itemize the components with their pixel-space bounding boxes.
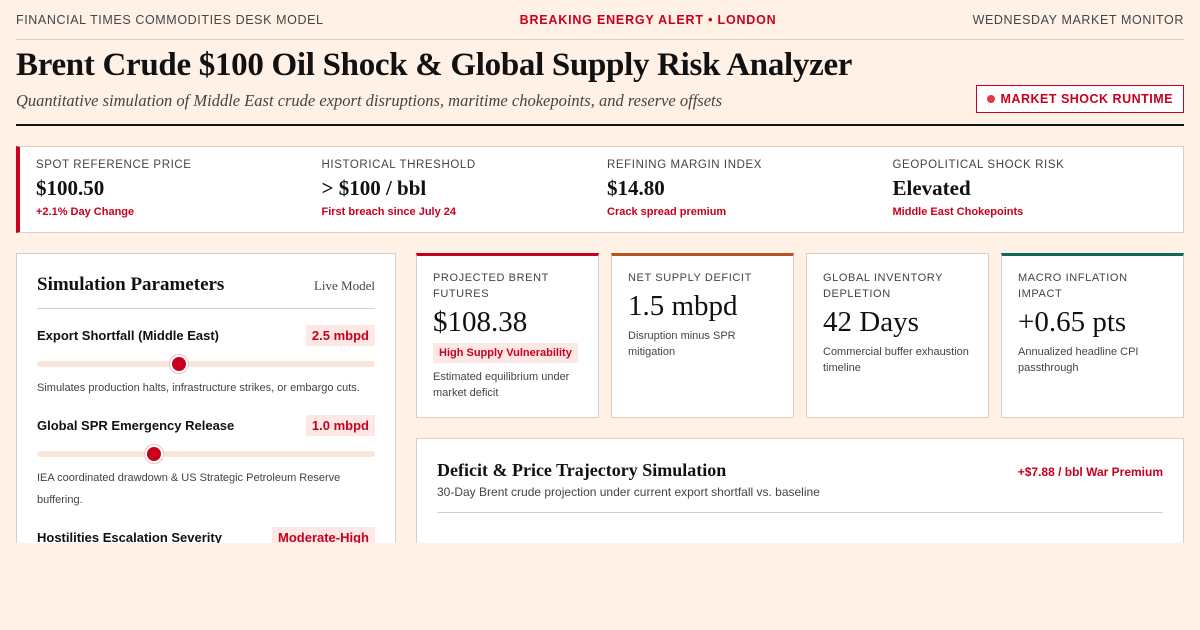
param-value: 1.0 mbpd bbox=[305, 415, 375, 436]
ticker-value: > $100 / bbl bbox=[321, 176, 427, 200]
ticker-value: $100.50 bbox=[36, 176, 105, 200]
param-escalation-severity: Hostilities Escalation Severity Moderate… bbox=[37, 527, 375, 543]
card-inflation-impact: MACRO INFLATION IMPACT +0.65 pts Annuali… bbox=[1001, 253, 1184, 418]
ticker-label: GEOPOLITICAL SHOCK RISK bbox=[892, 159, 1065, 171]
card-description: Commercial buffer exhaustion timeline bbox=[823, 346, 969, 374]
sim-subtitle: 30-Day Brent crude projection under curr… bbox=[437, 485, 820, 499]
card-net-supply-deficit: NET SUPPLY DEFICIT 1.5 mbpd Disruption m… bbox=[611, 253, 794, 418]
card-projected-brent: PROJECTED BRENT FUTURES $108.38 High Sup… bbox=[416, 253, 599, 418]
card-label: GLOBAL INVENTORY DEPLETION bbox=[823, 272, 943, 300]
card-description: Annualized headline CPI passthrough bbox=[1018, 346, 1139, 374]
ticker-label: SPOT REFERENCE PRICE bbox=[36, 159, 192, 171]
param-label: Global SPR Emergency Release bbox=[37, 418, 235, 433]
card-value: +0.65 pts bbox=[1018, 306, 1127, 338]
ticker-item: HISTORICAL THRESHOLD > $100 / bbl First … bbox=[322, 159, 608, 232]
simulation-parameters-panel: Simulation Parameters Live Model Export … bbox=[16, 253, 396, 543]
card-value: 42 Days bbox=[823, 306, 919, 338]
ticker-value: $14.80 bbox=[607, 176, 665, 200]
param-description: Simulates production halts, infrastructu… bbox=[37, 382, 360, 394]
card-inventory-depletion: GLOBAL INVENTORY DEPLETION 42 Days Comme… bbox=[806, 253, 989, 418]
spr-release-slider[interactable] bbox=[37, 445, 375, 463]
output-cards: PROJECTED BRENT FUTURES $108.38 High Sup… bbox=[416, 253, 1184, 418]
header: Brent Crude $100 Oil Shock & Global Supp… bbox=[16, 40, 1184, 126]
params-title: Simulation Parameters bbox=[37, 274, 225, 295]
vulnerability-badge: High Supply Vulnerability bbox=[433, 343, 578, 363]
ticker-sub: Middle East Chokepoints bbox=[892, 206, 1024, 218]
card-label: MACRO INFLATION IMPACT bbox=[1018, 272, 1128, 300]
page-subtitle: Quantitative simulation of Middle East c… bbox=[16, 91, 723, 110]
ticker-value: Elevated bbox=[892, 176, 971, 200]
param-value: Moderate-High bbox=[272, 527, 375, 543]
param-label: Export Shortfall (Middle East) bbox=[37, 328, 220, 343]
card-value: 1.5 mbpd bbox=[628, 290, 738, 322]
top-bar: FINANCIAL TIMES COMMODITIES DESK MODEL B… bbox=[16, 0, 1184, 40]
card-label: NET SUPPLY DEFICIT bbox=[628, 272, 752, 284]
card-description: Estimated equilibrium under market defic… bbox=[433, 371, 570, 399]
card-label: PROJECTED BRENT FUTURES bbox=[433, 272, 549, 300]
ticker-sub: First breach since July 24 bbox=[321, 206, 457, 218]
ticker-item: REFINING MARGIN INDEX $14.80 Crack sprea… bbox=[607, 159, 893, 232]
runtime-badge[interactable]: MARKET SHOCK RUNTIME bbox=[975, 85, 1184, 113]
runtime-badge-label: MARKET SHOCK RUNTIME bbox=[1000, 92, 1173, 106]
card-description: Disruption minus SPR mitigation bbox=[628, 330, 736, 358]
breaking-alert: BREAKING ENERGY ALERT • LONDON bbox=[519, 12, 777, 27]
market-monitor-label: WEDNESDAY MARKET MONITOR bbox=[972, 12, 1184, 27]
param-description: IEA coordinated drawdown & US Strategic … bbox=[37, 472, 341, 506]
ticker-label: HISTORICAL THRESHOLD bbox=[321, 159, 476, 171]
ticker-label: REFINING MARGIN INDEX bbox=[607, 159, 763, 171]
page-title: Brent Crude $100 Oil Shock & Global Supp… bbox=[16, 47, 853, 83]
trajectory-simulation-panel: Deficit & Price Trajectory Simulation 30… bbox=[416, 438, 1184, 543]
ticker-item: SPOT REFERENCE PRICE $100.50 +2.1% Day C… bbox=[36, 159, 322, 232]
sim-header: Deficit & Price Trajectory Simulation 30… bbox=[437, 460, 1163, 513]
ticker-sub: +2.1% Day Change bbox=[36, 206, 135, 218]
ticker-item: GEOPOLITICAL SHOCK RISK Elevated Middle … bbox=[893, 159, 1179, 232]
param-value: 2.5 mbpd bbox=[305, 325, 375, 346]
war-premium-label: +$7.88 / bbl War Premium bbox=[1017, 465, 1163, 479]
param-spr-release: Global SPR Emergency Release 1.0 mbpd IE… bbox=[37, 415, 375, 511]
page: FINANCIAL TIMES COMMODITIES DESK MODEL B… bbox=[16, 0, 1184, 543]
slider-thumb[interactable] bbox=[169, 355, 188, 373]
param-export-shortfall: Export Shortfall (Middle East) 2.5 mbpd … bbox=[37, 325, 375, 399]
param-label: Hostilities Escalation Severity bbox=[37, 530, 222, 543]
metrics-ticker: SPOT REFERENCE PRICE $100.50 +2.1% Day C… bbox=[16, 146, 1184, 233]
status-dot-icon bbox=[986, 95, 995, 103]
desk-label: FINANCIAL TIMES COMMODITIES DESK MODEL bbox=[16, 12, 324, 27]
params-header: Simulation Parameters Live Model bbox=[37, 274, 375, 309]
ticker-sub: Crack spread premium bbox=[607, 206, 727, 218]
slider-thumb[interactable] bbox=[144, 445, 163, 463]
export-shortfall-slider[interactable] bbox=[37, 355, 375, 373]
live-model-tag: Live Model bbox=[313, 278, 375, 293]
sim-title: Deficit & Price Trajectory Simulation bbox=[437, 460, 727, 480]
card-value: $108.38 bbox=[433, 306, 528, 338]
